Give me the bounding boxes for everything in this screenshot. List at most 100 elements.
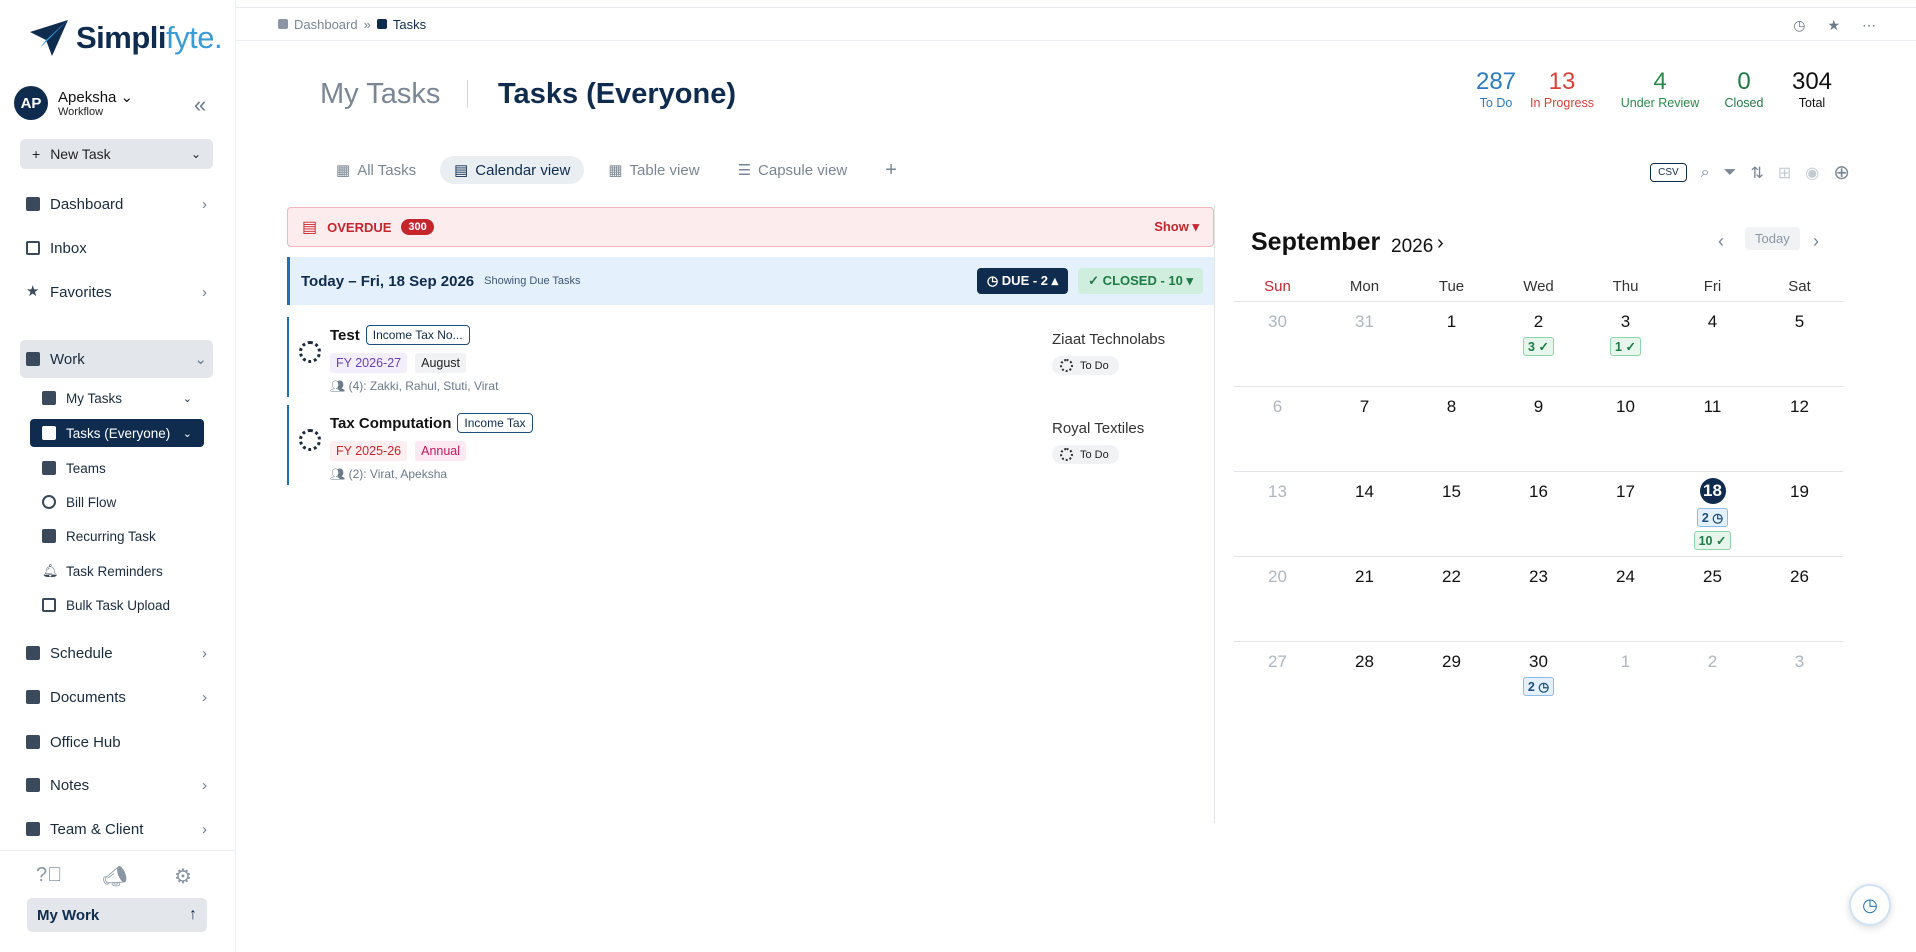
client-name[interactable]: Royal Textiles [1052, 420, 1144, 437]
calendar-day-cell[interactable]: 15 [1408, 471, 1495, 556]
next-month-button[interactable]: › [1813, 231, 1819, 252]
task-count-badge[interactable]: 1 ✓ [1610, 337, 1641, 356]
chevron-down-icon[interactable]: ⌄ [191, 147, 201, 161]
sidebar-item-office-hub[interactable]: Office Hub [20, 725, 213, 759]
stat-closed[interactable]: 0 Closed [1718, 68, 1770, 110]
app-logo[interactable]: Simplifyte. [28, 18, 223, 58]
task-count-badge[interactable]: 2 ◷ [1522, 677, 1555, 696]
calendar-day-cell[interactable]: 7 [1321, 386, 1408, 471]
help-icon[interactable]: ?⃝ [36, 864, 62, 887]
task-count-badge[interactable]: 2 ◷ [1696, 508, 1729, 527]
timer-fab-button[interactable]: ◷ [1849, 884, 1891, 926]
breadcrumb-dashboard[interactable]: Dashboard [294, 17, 358, 32]
sidebar-subitem-tasks-everyone[interactable]: Tasks (Everyone) ⌄ [30, 419, 204, 447]
add-circle-icon[interactable]: ⊕ [1833, 160, 1850, 185]
calendar-day-cell[interactable]: 3 [1756, 641, 1843, 726]
calendar-day-cell[interactable]: 10 [1582, 386, 1669, 471]
sidebar-subitem-bill-flow[interactable]: Bill Flow [30, 488, 204, 516]
csv-export-button[interactable]: CSV [1650, 163, 1687, 182]
calendar-day-cell[interactable]: 13 [1234, 471, 1321, 556]
calendar-day-cell[interactable]: 8 [1408, 386, 1495, 471]
overdue-show-toggle[interactable]: Show ▾ [1154, 219, 1199, 235]
sidebar-subitem-recurring-task[interactable]: Recurring Task [30, 522, 204, 550]
calendar-day-cell[interactable]: 2 [1669, 641, 1756, 726]
calendar-day-cell[interactable]: 16 [1495, 471, 1582, 556]
calendar-day-cell[interactable]: 24 [1582, 556, 1669, 641]
stat-todo[interactable]: 287 To Do [1466, 68, 1526, 110]
clock-icon[interactable]: ◷ [1793, 17, 1805, 34]
hierarchy-icon[interactable]: ⊞ [1778, 163, 1791, 183]
page-title[interactable]: Tasks (Everyone) [498, 78, 736, 111]
task-name[interactable]: Test [330, 327, 360, 344]
sidebar-item-documents[interactable]: Documents › [20, 680, 213, 714]
calendar-day-cell[interactable]: 9 [1495, 386, 1582, 471]
task-count-badge[interactable]: 10 ✓ [1693, 531, 1732, 550]
calendar-day-cell[interactable]: 29 [1408, 641, 1495, 726]
megaphone-icon[interactable]: 📣︎ [102, 864, 127, 889]
calendar-day-cell[interactable]: 23 [1495, 556, 1582, 641]
closed-filter-button[interactable]: ✓ CLOSED - 10 ▾ [1078, 268, 1203, 294]
tab-all-tasks[interactable]: ▦ All Tasks [322, 156, 430, 184]
more-icon[interactable]: ⋯ [1862, 17, 1876, 34]
sidebar-item-schedule[interactable]: Schedule › [20, 636, 213, 670]
my-work-button[interactable]: My Work ↑ [27, 898, 207, 932]
calendar-day-cell[interactable]: 30 [1234, 301, 1321, 386]
calendar-day-cell[interactable]: 23 ✓ [1495, 301, 1582, 386]
calendar-day-cell[interactable]: 6 [1234, 386, 1321, 471]
task-count-badge[interactable]: 3 ✓ [1523, 337, 1554, 356]
calendar-day-cell[interactable]: 31 [1321, 301, 1408, 386]
calendar-day-cell[interactable]: 1 [1582, 641, 1669, 726]
filter-icon[interactable]: ⏷ [1724, 164, 1737, 182]
calendar-day-cell[interactable]: 5 [1756, 301, 1843, 386]
calendar-day-cell[interactable]: 22 [1408, 556, 1495, 641]
calendar-day-cell[interactable]: 30 2 ◷ [1495, 641, 1582, 726]
new-task-button[interactable]: + New Task ⌄ [20, 139, 213, 169]
star-icon[interactable]: ★ [1827, 17, 1840, 34]
stat-in-progress[interactable]: 13 In Progress [1526, 68, 1598, 110]
task-card[interactable]: Test Income Tax No... FY 2026-27 August 👥… [287, 317, 1047, 397]
sidebar-item-work[interactable]: Work ⌄ [20, 340, 213, 378]
prev-month-button[interactable]: ‹ [1718, 231, 1724, 252]
tab-my-tasks[interactable]: My Tasks [320, 78, 440, 111]
gear-icon[interactable]: ⚙ [174, 864, 192, 889]
calendar-day-cell[interactable]: 17 [1582, 471, 1669, 556]
tab-calendar-view[interactable]: ▤ Calendar view [440, 156, 585, 184]
calendar-day-cell[interactable]: 19 [1756, 471, 1843, 556]
task-card[interactable]: Tax Computation Income Tax FY 2025-26 Ann… [287, 405, 1047, 485]
calendar-day-cell[interactable]: 20 [1234, 556, 1321, 641]
task-name[interactable]: Tax Computation [330, 415, 451, 432]
user-switcher[interactable]: AP Apeksha ⌄ Workflow [14, 86, 133, 120]
calendar-day-cell[interactable]: 31 ✓ [1582, 301, 1669, 386]
calendar-day-cell[interactable]: 12 [1756, 386, 1843, 471]
due-filter-button[interactable]: ◷ DUE - 2 ▴ [976, 268, 1069, 294]
calendar-month[interactable]: September [1251, 228, 1380, 257]
calendar-day-cell[interactable]: 28 [1321, 641, 1408, 726]
stat-under-review[interactable]: 4 Under Review [1616, 68, 1704, 110]
tab-table-view[interactable]: ▦ Table view [594, 156, 713, 184]
status-chip[interactable]: To Do [1052, 445, 1119, 464]
sidebar-item-team-client[interactable]: Team & Client › [20, 812, 213, 846]
today-button[interactable]: Today [1745, 227, 1800, 250]
sidebar-subitem-teams[interactable]: Teams [30, 454, 204, 482]
search-icon[interactable]: ⌕ [1701, 164, 1710, 182]
chevron-right-icon[interactable]: › [1437, 232, 1444, 255]
calendar-day-cell[interactable]: 14 [1321, 471, 1408, 556]
calendar-day-cell[interactable]: 21 [1321, 556, 1408, 641]
sidebar-item-dashboard[interactable]: Dashboard › [20, 187, 213, 221]
calendar-day-cell[interactable]: 4 [1669, 301, 1756, 386]
sidebar-subitem-bulk-task-upload[interactable]: Bulk Task Upload [30, 591, 204, 619]
add-view-button[interactable]: + [871, 156, 911, 184]
eye-icon[interactable]: ◉ [1805, 163, 1819, 183]
sort-icon[interactable]: ⇅ [1750, 163, 1763, 183]
sidebar-subitem-task-reminders[interactable]: 🔔︎ Task Reminders [30, 557, 204, 585]
calendar-day-cell[interactable]: 11 [1669, 386, 1756, 471]
status-chip[interactable]: To Do [1052, 356, 1119, 375]
sidebar-item-favorites[interactable]: ★ Favorites › [20, 275, 213, 309]
calendar-day-cell[interactable]: 18 2 ◷ 10 ✓ [1669, 471, 1756, 556]
tab-capsule-view[interactable]: ☰ Capsule view [724, 156, 862, 184]
calendar-year[interactable]: 2026 [1391, 236, 1433, 258]
sidebar-subitem-my-tasks[interactable]: My Tasks ⌄ [30, 384, 204, 412]
calendar-day-cell[interactable]: 26 [1756, 556, 1843, 641]
calendar-day-cell[interactable]: 1 [1408, 301, 1495, 386]
client-name[interactable]: Ziaat Technolabs [1052, 331, 1165, 348]
